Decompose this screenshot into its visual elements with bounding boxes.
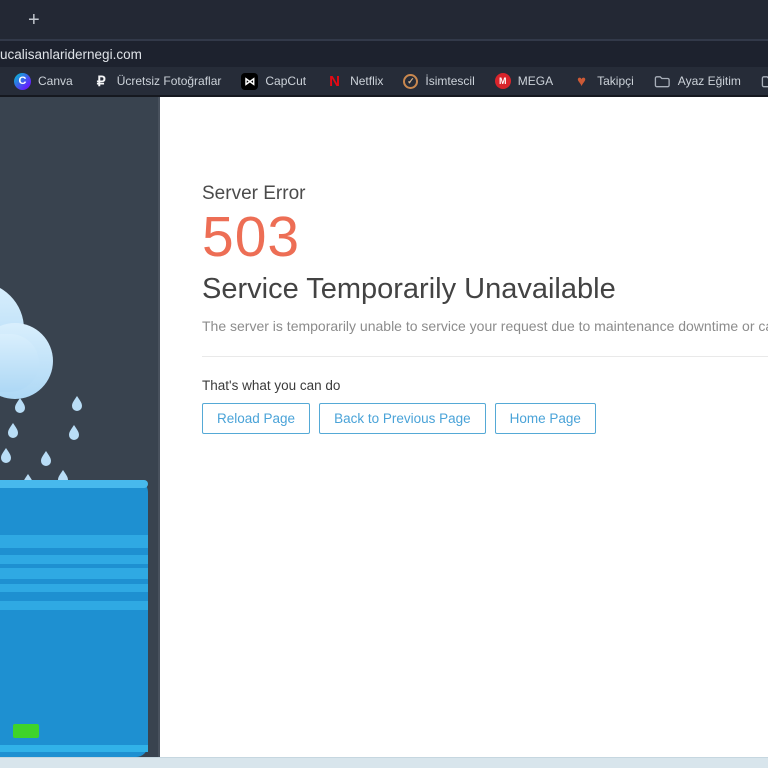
error-kicker: Server Error [202, 183, 306, 204]
reload-page-button[interactable]: Reload Page [202, 402, 311, 434]
error-code: 503 [202, 205, 301, 269]
bookmark-netflix[interactable]: N Netflix [316, 73, 393, 90]
bookmark-capcut[interactable]: ⋈ CapCut [231, 72, 316, 90]
bookmark-label: MEGA [517, 74, 554, 88]
back-to-previous-page-button[interactable]: Back to Previous Page [319, 402, 486, 434]
server-icon [0, 480, 148, 757]
bookmark-label: CapCut [265, 74, 307, 88]
bookmark-label: Ücretsiz Fotoğraflar [116, 74, 222, 88]
error-description: The server is temporarily unable to serv… [202, 317, 768, 334]
tab-bar: + [0, 0, 768, 41]
new-tab-button[interactable]: + [28, 10, 40, 30]
divider [202, 355, 768, 357]
bookmark-folder-yapay-zeka[interactable]: Yapay Zeka [751, 73, 768, 90]
bookmark-folder-ayaz-egitim[interactable]: Ayaz Eğitim [644, 73, 751, 90]
bookmark-canva[interactable]: C Canva [4, 72, 83, 90]
folder-icon [761, 73, 768, 90]
canva-icon: C [14, 72, 31, 90]
pexels-icon: ₽ [96, 72, 106, 89]
bookmark-isimtescil[interactable]: ✓ İsimtescil [393, 73, 484, 89]
check-badge-icon: ✓ [403, 73, 419, 89]
horizontal-scrollbar[interactable] [0, 757, 768, 768]
heart-icon: ♥ [577, 72, 587, 90]
error-illustration-panel [0, 97, 160, 757]
cloud-icon [0, 288, 53, 399]
browser-window: + ucalisanlaridernegi.com C Canva ₽ Ücre… [0, 0, 768, 768]
page-body: Server Error 503 Service Temporarily Una… [0, 97, 768, 757]
raindrops [1, 396, 82, 489]
error-page-content: Server Error 503 Service Temporarily Una… [160, 97, 768, 757]
bookmark-label: Canva [38, 74, 73, 88]
error-title: Service Temporarily Unavailable [202, 272, 616, 305]
netflix-icon: N [329, 72, 340, 90]
actions-row: Reload Page Back to Previous Page Home P… [202, 402, 768, 434]
bookmark-label: İsimtescil [425, 74, 475, 88]
actions-heading: That's what you can do [202, 377, 341, 393]
rain-cloud-server-illustration [0, 288, 148, 757]
bookmark-label: Ayaz Eğitim [677, 74, 741, 88]
folder-icon [654, 73, 671, 90]
bookmark-mega[interactable]: M MEGA [485, 73, 563, 89]
address-bar[interactable]: ucalisanlaridernegi.com [0, 41, 768, 67]
home-page-button[interactable]: Home Page [494, 402, 596, 434]
bookmark-label: Takipçi [597, 74, 634, 88]
capcut-icon: ⋈ [241, 72, 259, 90]
bookmarks-bar: C Canva ₽ Ücretsiz Fotoğraflar ⋈ CapCut … [0, 67, 768, 97]
server-led [13, 724, 39, 738]
url-text[interactable]: ucalisanlaridernegi.com [0, 47, 142, 62]
mega-icon: M [494, 73, 511, 89]
bookmark-takipci[interactable]: ♥ Takipçi [563, 73, 644, 90]
bookmark-label: Netflix [350, 74, 384, 88]
bookmark-ucretsiz-fotograflar[interactable]: ₽ Ücretsiz Fotoğraflar [83, 73, 232, 90]
